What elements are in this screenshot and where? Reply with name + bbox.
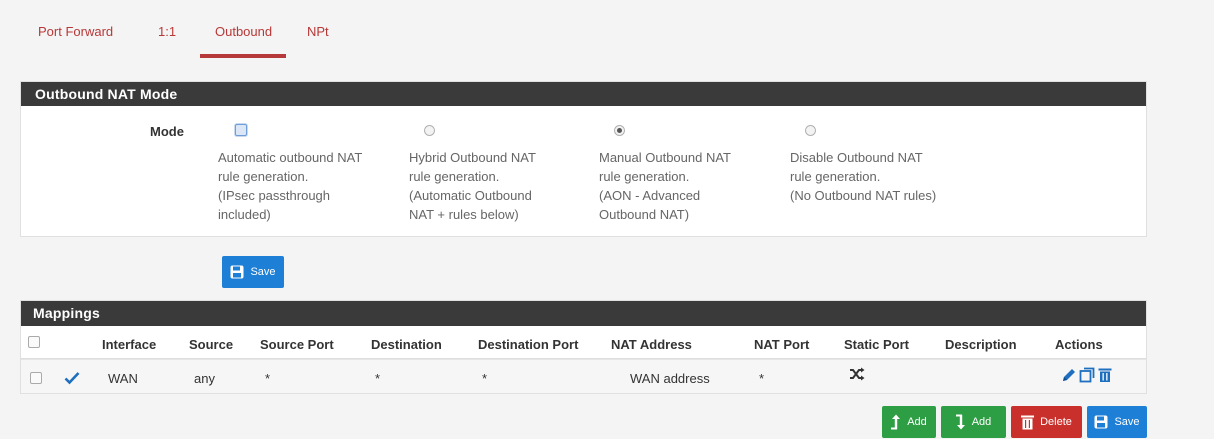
save-label: Save bbox=[1114, 416, 1140, 428]
col-static-port: Static Port bbox=[844, 337, 910, 352]
add-label: Add bbox=[971, 416, 992, 428]
cell-destination: * bbox=[375, 371, 381, 386]
radio-automatic[interactable] bbox=[235, 124, 247, 136]
mappings-panel: Mappings Interface Source Source Port De… bbox=[20, 300, 1147, 394]
option-line: Disable Outbound NAT bbox=[790, 150, 923, 165]
cell-nat-address: WAN address bbox=[630, 371, 710, 386]
mode-option-automatic: Automatic outbound NAT rule generation. … bbox=[218, 122, 398, 224]
option-line: rule generation. bbox=[409, 169, 500, 184]
option-line: included) bbox=[218, 207, 271, 222]
arrow-up-icon bbox=[891, 414, 901, 430]
mode-label: Mode bbox=[150, 124, 184, 139]
mode-option-hybrid: Hybrid Outbound NAT rule generation. (Au… bbox=[409, 122, 589, 224]
option-line: Manual Outbound NAT bbox=[599, 150, 731, 165]
cell-destination-port: * bbox=[482, 371, 488, 386]
add-bottom-button[interactable]: Add bbox=[941, 406, 1006, 438]
save-label: Save bbox=[250, 266, 276, 278]
nat-tabs: Port Forward 1:1 Outbound NPt bbox=[20, 0, 1148, 62]
cell-static-port bbox=[849, 367, 865, 384]
select-all-checkbox[interactable] bbox=[28, 336, 40, 348]
option-line: rule generation. bbox=[599, 169, 690, 184]
row-actions bbox=[1061, 367, 1113, 383]
col-destination: Destination bbox=[371, 337, 442, 352]
option-line: (AON - Advanced bbox=[599, 188, 701, 203]
option-line: rule generation. bbox=[218, 169, 309, 184]
tab-npt[interactable]: NPt bbox=[307, 24, 329, 39]
panel-title: Mappings bbox=[21, 301, 1146, 326]
col-description: Description bbox=[945, 337, 1017, 352]
floppy-disk-icon bbox=[1094, 415, 1108, 429]
mode-option-disable: Disable Outbound NAT rule generation. (N… bbox=[790, 122, 970, 205]
option-line: rule generation. bbox=[790, 169, 881, 184]
col-source-port: Source Port bbox=[260, 337, 334, 352]
option-line: Hybrid Outbound NAT bbox=[409, 150, 536, 165]
option-line: NAT + rules below) bbox=[409, 207, 519, 222]
col-actions: Actions bbox=[1055, 337, 1103, 352]
save-mode-button[interactable]: Save bbox=[222, 256, 284, 288]
col-source: Source bbox=[189, 337, 234, 352]
radio-manual[interactable] bbox=[614, 125, 625, 136]
pencil-icon[interactable] bbox=[1061, 367, 1077, 383]
table-row bbox=[21, 359, 1146, 393]
save-mappings-button[interactable]: Save bbox=[1087, 406, 1147, 438]
tab-one-to-one[interactable]: 1:1 bbox=[158, 24, 176, 39]
row-checkbox[interactable] bbox=[30, 372, 42, 384]
option-line: (Automatic Outbound bbox=[409, 188, 532, 203]
delete-button[interactable]: Delete bbox=[1011, 406, 1082, 438]
trash-icon[interactable] bbox=[1097, 367, 1113, 383]
add-label: Add bbox=[907, 416, 927, 428]
right-gutter bbox=[1168, 0, 1214, 439]
option-line: (IPsec passthrough bbox=[218, 188, 331, 203]
floppy-disk-icon bbox=[230, 265, 244, 279]
mode-option-manual: Manual Outbound NAT rule generation. (AO… bbox=[599, 122, 779, 224]
col-nat-address: NAT Address bbox=[611, 337, 692, 352]
cell-source-port: * bbox=[265, 371, 271, 386]
cell-source: any bbox=[194, 371, 215, 386]
col-nat-port: NAT Port bbox=[754, 337, 810, 352]
option-line: (No Outbound NAT rules) bbox=[790, 188, 937, 203]
trash-icon bbox=[1021, 415, 1035, 429]
tab-outbound[interactable]: Outbound bbox=[199, 24, 287, 58]
option-line: Automatic outbound NAT bbox=[218, 150, 363, 165]
col-interface: Interface bbox=[102, 337, 157, 352]
col-destination-port: Destination Port bbox=[478, 337, 579, 352]
delete-label: Delete bbox=[1040, 416, 1072, 428]
outbound-nat-mode-panel: Outbound NAT Mode Mode Automatic outboun… bbox=[20, 81, 1147, 237]
copy-icon[interactable] bbox=[1079, 367, 1095, 383]
tab-port-forward[interactable]: Port Forward bbox=[38, 24, 113, 39]
shuffle-icon bbox=[850, 367, 865, 381]
radio-hybrid[interactable] bbox=[424, 125, 435, 136]
check-icon[interactable] bbox=[64, 371, 80, 385]
add-top-button[interactable]: Add bbox=[882, 406, 936, 438]
panel-title: Outbound NAT Mode bbox=[21, 82, 1146, 106]
arrow-down-icon bbox=[955, 414, 965, 430]
radio-disable[interactable] bbox=[805, 125, 816, 136]
option-line: Outbound NAT) bbox=[599, 207, 690, 222]
cell-interface: WAN bbox=[108, 371, 138, 386]
cell-nat-port: * bbox=[759, 371, 765, 386]
